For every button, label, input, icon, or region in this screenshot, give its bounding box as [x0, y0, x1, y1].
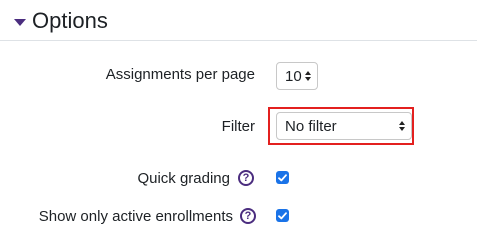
assignments-per-page-value: 10 — [285, 67, 302, 85]
show-only-active-label: Show only active enrollments — [38, 208, 233, 225]
updown-arrows-icon — [399, 121, 405, 131]
filter-selected-value: No filter — [285, 117, 337, 135]
quick-grading-label: Quick grading — [137, 170, 230, 187]
checkmark-icon — [278, 173, 287, 181]
show-only-active-checkbox[interactable] — [276, 209, 289, 222]
assignments-per-page-label: Assignments per page — [105, 66, 255, 83]
caret-down-icon[interactable] — [14, 18, 26, 26]
section-title: Options — [32, 8, 108, 33]
help-icon[interactable]: ? — [240, 208, 256, 224]
assignments-per-page-select[interactable]: 10 — [276, 62, 318, 90]
quick-grading-checkbox[interactable] — [276, 171, 289, 184]
filter-label: Filter — [221, 118, 255, 135]
checkmark-icon — [278, 211, 287, 219]
section-divider — [0, 40, 477, 41]
filter-select[interactable]: No filter — [276, 112, 412, 140]
updown-arrows-icon — [304, 71, 311, 81]
options-section-toggle[interactable]: Options — [10, 4, 108, 38]
help-icon[interactable]: ? — [238, 170, 254, 186]
